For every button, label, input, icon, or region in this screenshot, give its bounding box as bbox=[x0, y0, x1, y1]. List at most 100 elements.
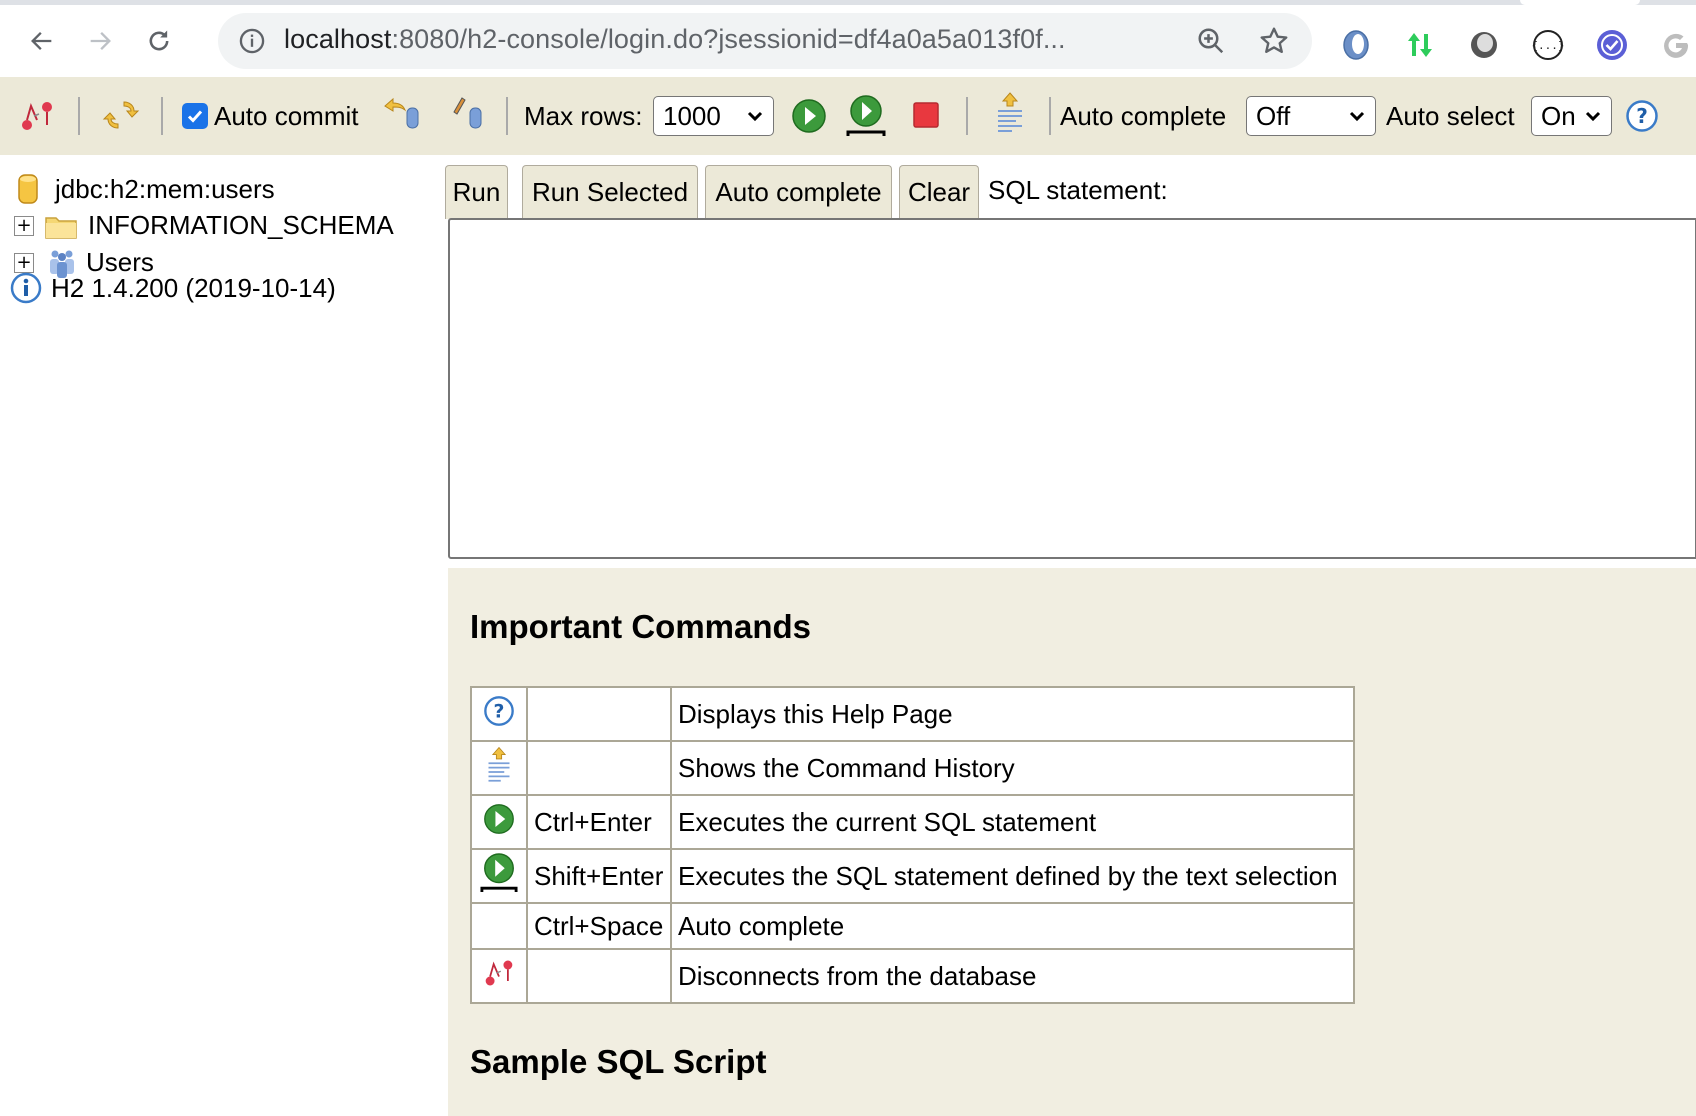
reload-icon bbox=[149, 30, 169, 51]
command-description: Displays this Help Page bbox=[670, 686, 1355, 742]
table-row: Ctrl+Enter Executes the current SQL stat… bbox=[470, 794, 1355, 850]
history-button[interactable] bbox=[990, 92, 1030, 133]
table-row: Shows the Command History bbox=[470, 740, 1355, 796]
sql-statement-label: SQL statement: bbox=[988, 175, 1168, 205]
history-icon bbox=[998, 92, 1022, 132]
help-icon: ? bbox=[484, 695, 514, 726]
run-selected-icon bbox=[846, 95, 886, 136]
stop-icon bbox=[913, 102, 939, 128]
refresh-icon bbox=[102, 101, 140, 129]
run-selected-button[interactable] bbox=[846, 95, 886, 136]
run-icon bbox=[792, 99, 826, 133]
info-icon[interactable] bbox=[238, 27, 266, 55]
command-description: Disconnects from the database bbox=[670, 948, 1355, 1004]
max-rows-value: 1000 bbox=[663, 100, 721, 131]
commands-table: ? Displays this Help Page Shows the Comm… bbox=[470, 686, 1355, 1004]
google-extension-icon[interactable] bbox=[1659, 28, 1693, 62]
max-rows-select[interactable]: 1000 bbox=[653, 96, 774, 136]
auto-complete-button[interactable]: Auto complete bbox=[705, 165, 892, 219]
jsonviewer-extension-icon[interactable] bbox=[1339, 28, 1373, 62]
forward-button[interactable] bbox=[84, 25, 116, 57]
tree-connection[interactable]: jdbc:h2:mem:users bbox=[17, 173, 275, 205]
help-panel: Important Commands ? Displays this Help … bbox=[448, 568, 1696, 1116]
rollback-button[interactable] bbox=[381, 94, 421, 134]
tree-node-information-schema[interactable]: + INFORMATION_SCHEMA bbox=[14, 210, 394, 241]
command-key bbox=[526, 948, 672, 1004]
command-icon-cell bbox=[470, 848, 528, 904]
toolbar-separator bbox=[966, 97, 968, 135]
auto-select-select[interactable]: On bbox=[1531, 96, 1612, 136]
disconnect-icon bbox=[485, 960, 513, 985]
zoom-icon[interactable] bbox=[1196, 26, 1226, 56]
auto-complete-label: Auto complete bbox=[1060, 100, 1227, 131]
run-selected-sql-button[interactable]: Run Selected bbox=[522, 165, 698, 219]
back-button[interactable] bbox=[26, 25, 58, 57]
json-braces-extension-icon[interactable]: {...} bbox=[1531, 28, 1565, 62]
auto-complete-select[interactable]: Off bbox=[1246, 96, 1376, 136]
commit-button[interactable] bbox=[446, 94, 486, 134]
disconnect-icon bbox=[22, 102, 52, 130]
url-host: localhost bbox=[284, 24, 392, 54]
run-icon bbox=[484, 803, 514, 834]
run-selected-icon bbox=[480, 852, 518, 892]
rollback-icon bbox=[384, 97, 419, 129]
updown-arrows-extension-icon[interactable] bbox=[1403, 28, 1437, 62]
command-key bbox=[526, 740, 672, 796]
command-description: Auto complete bbox=[670, 902, 1355, 950]
tree-node-label: INFORMATION_SCHEMA bbox=[88, 210, 394, 240]
command-icon-cell: ? bbox=[470, 686, 528, 742]
arrow-left-icon bbox=[31, 32, 52, 50]
address-bar[interactable]: localhost:8080/h2-console/login.do?jsess… bbox=[218, 13, 1312, 69]
tree-version: H2 1.4.200 (2019-10-14) bbox=[10, 272, 336, 304]
auto-complete-value: Off bbox=[1256, 100, 1291, 131]
expand-icon[interactable]: + bbox=[14, 215, 34, 236]
sql-button-bar: Run Run Selected Auto complete Clear SQL… bbox=[445, 155, 1696, 219]
database-icon bbox=[18, 174, 38, 204]
version-text: H2 1.4.200 (2019-10-14) bbox=[51, 272, 336, 303]
toolbar-separator bbox=[161, 97, 163, 135]
toolbar-separator bbox=[506, 97, 508, 135]
auto-select-label: Auto select bbox=[1386, 100, 1515, 131]
command-icon-cell bbox=[470, 948, 528, 1004]
svg-text:{...}: {...} bbox=[1531, 39, 1564, 52]
url-text[interactable]: localhost:8080/h2-console/login.do?jsess… bbox=[284, 24, 1066, 55]
sample-sql-heading: Sample SQL Script bbox=[470, 1043, 767, 1080]
command-key: Ctrl+Space bbox=[526, 902, 672, 950]
circle-extension-icon[interactable] bbox=[1467, 28, 1501, 62]
table-row: Ctrl+Space Auto complete bbox=[470, 902, 1355, 950]
run-button[interactable] bbox=[789, 96, 829, 136]
clear-button[interactable]: Clear bbox=[899, 165, 979, 219]
info-icon bbox=[10, 272, 42, 304]
auto-commit-toggle[interactable]: Auto commit bbox=[182, 97, 359, 135]
help-button[interactable]: ? bbox=[1622, 96, 1662, 136]
run-sql-button[interactable]: Run bbox=[445, 165, 508, 219]
chevron-down-icon bbox=[1585, 111, 1601, 122]
bookmark-star-icon[interactable] bbox=[1258, 25, 1290, 57]
command-icon-cell bbox=[470, 740, 528, 796]
command-description: Executes the SQL statement defined by th… bbox=[670, 848, 1355, 904]
command-key bbox=[526, 686, 672, 742]
h2-toolbar: Auto commit Max rows: 1000 Auto complete… bbox=[0, 77, 1696, 155]
toolbar-separator bbox=[78, 97, 80, 135]
commit-pencil-icon bbox=[453, 97, 482, 129]
table-row: Disconnects from the database bbox=[470, 948, 1355, 1004]
max-rows-label: Max rows: bbox=[524, 100, 643, 131]
disconnect-button[interactable] bbox=[17, 96, 57, 136]
check-badge-extension-icon[interactable] bbox=[1595, 28, 1629, 62]
expand-icon[interactable]: + bbox=[14, 252, 34, 273]
sql-editor[interactable] bbox=[448, 218, 1696, 559]
table-row: Shift+Enter Executes the SQL statement d… bbox=[470, 848, 1355, 904]
auto-commit-checkbox[interactable] bbox=[182, 103, 208, 129]
reload-button[interactable] bbox=[143, 25, 175, 57]
arrow-right-icon bbox=[90, 32, 111, 50]
chevron-down-icon bbox=[747, 111, 763, 122]
help-icon: ? bbox=[1626, 100, 1658, 132]
auto-select-value: On bbox=[1541, 100, 1576, 131]
command-key: Shift+Enter bbox=[526, 848, 672, 904]
auto-commit-label: Auto commit bbox=[214, 100, 359, 131]
stop-button[interactable] bbox=[906, 95, 946, 135]
command-icon-cell bbox=[470, 794, 528, 850]
checkmark-icon bbox=[187, 110, 203, 123]
url-path: :8080/h2-console/login.do?jsessionid=df4… bbox=[391, 24, 1066, 54]
refresh-button[interactable] bbox=[101, 95, 141, 135]
